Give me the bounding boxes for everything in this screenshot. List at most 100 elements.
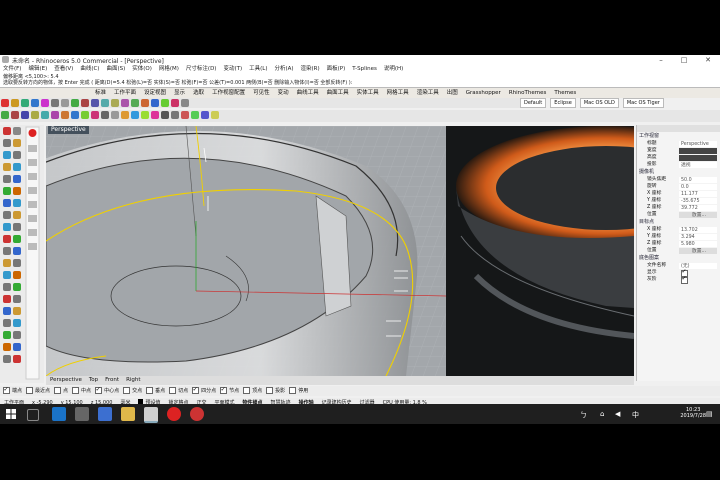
menu-tools[interactable]: 工具(L) <box>249 65 267 74</box>
undo-icon[interactable] <box>71 99 79 107</box>
place-camera-button[interactable]: 放置... <box>679 211 717 218</box>
osnap-vertex[interactable]: 顶点 <box>243 386 262 396</box>
close-icon[interactable]: ✕ <box>699 55 717 65</box>
tab-themes[interactable]: Themes <box>554 88 576 98</box>
menu-analyze[interactable]: 分析(A) <box>274 65 293 74</box>
checkbox[interactable] <box>54 387 62 394</box>
tab-select[interactable]: 选取 <box>193 88 204 98</box>
menu-edit[interactable]: 编辑(E) <box>28 65 47 74</box>
menu-render[interactable]: 渲染(R) <box>301 65 320 74</box>
volume-icon[interactable]: ◀ <box>615 410 620 418</box>
prop-value[interactable]: 13.702 <box>679 226 717 233</box>
tab-front[interactable]: Front <box>105 376 119 385</box>
osnap-disable[interactable]: 停用 <box>289 386 308 396</box>
osnap-knot[interactable]: 节点 <box>220 385 239 396</box>
menu-transform[interactable]: 变动(T) <box>223 65 242 74</box>
osnap-point[interactable]: 点 <box>54 386 68 396</box>
save-icon[interactable] <box>21 99 29 107</box>
solid-tool-icon[interactable] <box>11 111 19 119</box>
checkbox[interactable] <box>3 385 10 395</box>
tab-curve-tools[interactable]: 曲线工具 <box>297 88 319 98</box>
panel-tab-icons[interactable] <box>637 125 720 132</box>
checkbox[interactable] <box>220 385 228 395</box>
osnap-project[interactable]: 投影 <box>266 386 285 396</box>
scale-icon[interactable] <box>171 111 179 119</box>
place-target-button[interactable]: 放置... <box>679 247 717 254</box>
split-icon[interactable] <box>131 111 139 119</box>
loft-icon[interactable] <box>31 111 39 119</box>
tab-drafting[interactable]: 出图 <box>447 88 458 98</box>
checkbox[interactable] <box>146 387 154 394</box>
sweep-icon[interactable] <box>41 111 49 119</box>
maximize-icon[interactable]: □ <box>675 55 693 65</box>
app-icon[interactable] <box>167 407 181 421</box>
checkbox[interactable] <box>26 387 34 394</box>
minimize-icon[interactable]: – <box>652 55 670 65</box>
menu-mesh[interactable]: 网格(M) <box>159 65 179 74</box>
boolean-union-icon[interactable] <box>61 111 69 119</box>
material-icon[interactable] <box>171 99 179 107</box>
menu-tsplines[interactable]: T-Splines <box>352 65 377 74</box>
menu-help[interactable]: 说明(H) <box>384 65 403 74</box>
surface-tool-icon[interactable] <box>1 111 9 119</box>
checkbox[interactable] <box>72 387 80 394</box>
tab-set-view[interactable]: 设定视图 <box>144 88 166 98</box>
trim-icon[interactable] <box>121 111 129 119</box>
move-icon[interactable] <box>161 111 169 119</box>
prop-value[interactable]: 5.980 <box>679 240 717 247</box>
tab-visibility[interactable]: 可见性 <box>253 88 270 98</box>
app-icon[interactable] <box>98 407 112 421</box>
tab-mesh-tools[interactable]: 网格工具 <box>387 88 409 98</box>
prop-value[interactable]: 0.0 <box>679 183 717 190</box>
osnap-end[interactable]: 端点 <box>3 385 22 396</box>
checkbox[interactable] <box>266 387 274 394</box>
theme-eclipse[interactable]: Eclipse <box>550 98 576 108</box>
prop-value[interactable]: 39.772 <box>679 204 717 211</box>
recording-icon[interactable] <box>190 407 204 421</box>
checkbox[interactable] <box>169 387 177 394</box>
tab-render-tools[interactable]: 渲染工具 <box>417 88 439 98</box>
pan-icon[interactable] <box>91 99 99 107</box>
rhino-taskbar-icon[interactable] <box>144 407 158 423</box>
properties-icon[interactable] <box>151 99 159 107</box>
analyze-icon[interactable] <box>191 111 199 119</box>
layer-icon[interactable] <box>141 99 149 107</box>
model-view[interactable] <box>46 126 634 376</box>
osnap-center[interactable]: 中心点 <box>95 385 119 396</box>
command-prompt[interactable]: 选取要反转方向的物体，按 Enter 完成 ( 距离(D)=5.4 松弛(L)=… <box>0 80 720 86</box>
prop-value[interactable]: Perspective <box>679 140 717 147</box>
mirror-icon[interactable] <box>151 111 159 119</box>
array-icon[interactable] <box>181 111 189 119</box>
file-explorer-icon[interactable] <box>121 407 135 421</box>
checkbox[interactable] <box>243 387 251 394</box>
new-file-icon[interactable] <box>1 99 9 107</box>
menu-file[interactable]: 文件(F) <box>3 65 21 74</box>
tab-surface-tools[interactable]: 曲面工具 <box>327 88 349 98</box>
fillet-edge-icon[interactable] <box>81 111 89 119</box>
zebra-icon[interactable] <box>201 111 209 119</box>
menu-solid[interactable]: 实体(O) <box>132 65 152 74</box>
prop-value[interactable]: 3.294 <box>679 233 717 240</box>
join-icon[interactable] <box>101 111 109 119</box>
paste-icon[interactable] <box>61 99 69 107</box>
menu-panels[interactable]: 面板(P) <box>327 65 346 74</box>
theme-mac-os-old[interactable]: Mac OS OLD <box>579 98 619 108</box>
checkbox[interactable] <box>192 385 200 395</box>
menu-dimension[interactable]: 尺寸标注(D) <box>186 65 217 74</box>
network-icon[interactable]: ⌂ <box>600 410 604 418</box>
prop-value[interactable]: 50.0 <box>679 176 717 183</box>
perspective-viewport[interactable]: Perspective <box>46 126 634 376</box>
tool-icons-column[interactable] <box>0 125 44 383</box>
tab-display[interactable]: 显示 <box>174 88 185 98</box>
edge-browser-icon[interactable] <box>52 407 66 421</box>
tab-cplanes[interactable]: 工作平面 <box>114 88 136 98</box>
shell-icon[interactable] <box>91 111 99 119</box>
prop-value[interactable]: -35.675 <box>679 197 717 204</box>
open-file-icon[interactable] <box>11 99 19 107</box>
render-icon[interactable] <box>161 99 169 107</box>
osnap-tangent[interactable]: 切点 <box>169 386 188 396</box>
checkbox[interactable] <box>95 385 103 395</box>
rotate-view-icon[interactable] <box>101 99 109 107</box>
tab-right[interactable]: Right <box>126 376 140 385</box>
tab-grasshopper[interactable]: Grasshopper <box>466 88 501 98</box>
